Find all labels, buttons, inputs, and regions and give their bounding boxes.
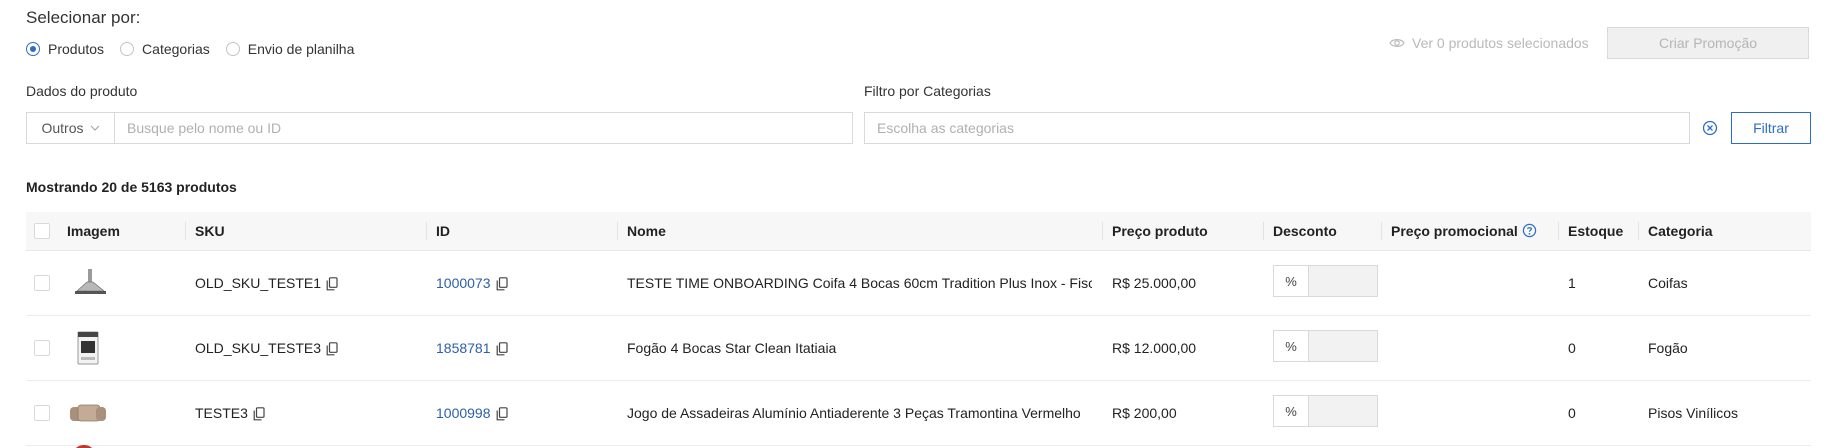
discount-input-group: % bbox=[1273, 330, 1378, 362]
sku-value: OLD_SKU_TESTE3 bbox=[195, 340, 322, 356]
col-separator bbox=[1381, 222, 1382, 240]
copy-icon[interactable] bbox=[496, 277, 508, 291]
sku-value: TESTE3 bbox=[195, 405, 248, 421]
table-header: Imagem SKU ID Nome Preço produto Descont… bbox=[26, 212, 1811, 251]
col-category: Categoria bbox=[1648, 223, 1713, 239]
id-cell[interactable]: 1000073 bbox=[436, 273, 508, 293]
sku-cell: TESTE3 bbox=[195, 403, 265, 423]
category-search-input[interactable] bbox=[864, 112, 1690, 144]
copy-icon[interactable] bbox=[496, 342, 508, 356]
col-name: Nome bbox=[627, 223, 666, 239]
category-filter-label: Filtro por Categorias bbox=[864, 83, 991, 99]
radio-unselected-icon bbox=[120, 42, 135, 56]
view-selected-link[interactable]: Ver 0 produtos selecionados bbox=[1389, 35, 1589, 51]
product-search-input[interactable] bbox=[115, 113, 852, 143]
page-title: Selecionar por: bbox=[26, 8, 141, 27]
copy-icon[interactable] bbox=[496, 407, 508, 421]
selection-mode-radio-group: Produtos Categorias Envio de planilha bbox=[26, 41, 370, 57]
row-checkbox[interactable] bbox=[34, 405, 50, 421]
price-cell: R$ 200,00 bbox=[1112, 405, 1177, 421]
filter-button[interactable]: Filtrar bbox=[1731, 112, 1811, 144]
stock-cell: 0 bbox=[1568, 405, 1576, 421]
product-search-group: Outros bbox=[26, 112, 853, 144]
id-value: 1000998 bbox=[436, 405, 491, 421]
radio-selected-icon bbox=[26, 42, 40, 56]
discount-input[interactable] bbox=[1309, 396, 1377, 426]
col-image: Imagem bbox=[67, 223, 120, 239]
id-cell[interactable]: 1858781 bbox=[436, 338, 508, 358]
stove-image bbox=[77, 331, 99, 365]
product-type-select[interactable]: Outros bbox=[27, 113, 115, 143]
col-separator bbox=[1102, 222, 1103, 240]
radio-label: Produtos bbox=[48, 41, 105, 57]
discount-input-group: % bbox=[1273, 265, 1378, 297]
col-stock: Estoque bbox=[1568, 223, 1624, 239]
stock-cell: 1 bbox=[1568, 275, 1576, 291]
copy-icon[interactable] bbox=[326, 277, 338, 291]
col-separator bbox=[1638, 222, 1639, 240]
eye-icon bbox=[1389, 39, 1405, 47]
col-promo-price: Preço promocional bbox=[1391, 212, 1537, 250]
price-cell: R$ 12.000,00 bbox=[1112, 340, 1197, 356]
col-price: Preço produto bbox=[1112, 223, 1208, 239]
col-sku: SKU bbox=[195, 223, 225, 239]
sku-cell: OLD_SKU_TESTE3 bbox=[195, 338, 338, 358]
radio-produtos[interactable]: Produtos bbox=[26, 41, 104, 57]
col-separator bbox=[185, 222, 186, 240]
sku-cell: OLD_SKU_TESTE1 bbox=[195, 273, 338, 293]
baking-pans-image bbox=[70, 404, 106, 422]
row-checkbox[interactable] bbox=[34, 275, 50, 291]
discount-input[interactable] bbox=[1309, 331, 1377, 361]
stock-cell: 0 bbox=[1568, 340, 1576, 356]
percent-addon: % bbox=[1274, 266, 1309, 296]
id-cell[interactable]: 1000998 bbox=[436, 403, 508, 423]
help-icon[interactable] bbox=[1522, 223, 1537, 238]
percent-addon: % bbox=[1274, 331, 1309, 361]
radio-envio-planilha[interactable]: Envio de planilha bbox=[225, 41, 355, 57]
radio-label: Categorias bbox=[142, 41, 210, 57]
range-hood-image bbox=[75, 269, 106, 294]
radio-categorias[interactable]: Categorias bbox=[120, 41, 210, 57]
copy-icon[interactable] bbox=[326, 342, 338, 356]
col-separator bbox=[426, 222, 427, 240]
radio-label: Envio de planilha bbox=[247, 41, 355, 57]
name-cell: Jogo de Assadeiras Alumínio Antiaderente… bbox=[627, 405, 1081, 421]
clear-circle-icon[interactable] bbox=[1702, 120, 1718, 136]
product-image-partial bbox=[76, 445, 92, 448]
category-cell: Coifas bbox=[1648, 275, 1688, 291]
price-cell: R$ 25.000,00 bbox=[1112, 275, 1197, 291]
col-discount: Desconto bbox=[1273, 223, 1337, 239]
results-count: Mostrando 20 de 5163 produtos bbox=[26, 179, 237, 195]
col-promo-price-label: Preço promocional bbox=[1391, 223, 1518, 239]
name-cell: TESTE TIME ONBOARDING Coifa 4 Bocas 60cm… bbox=[627, 275, 1092, 291]
col-separator bbox=[1558, 222, 1559, 240]
discount-input[interactable] bbox=[1309, 266, 1377, 296]
col-separator bbox=[617, 222, 618, 240]
col-separator bbox=[1263, 222, 1264, 240]
row-checkbox[interactable] bbox=[34, 340, 50, 356]
table-row[interactable]: TESTE3 1000998 Jogo de Assadeiras Alumín… bbox=[26, 381, 1811, 446]
discount-input-group: % bbox=[1273, 395, 1378, 427]
product-data-label: Dados do produto bbox=[26, 83, 138, 99]
category-cell: Pisos Vinílicos bbox=[1648, 405, 1739, 421]
product-type-value: Outros bbox=[41, 120, 84, 136]
copy-icon[interactable] bbox=[253, 407, 265, 421]
select-all-checkbox[interactable] bbox=[34, 223, 50, 239]
col-id: ID bbox=[436, 223, 450, 239]
table-row[interactable]: OLD_SKU_TESTE1 1000073 TESTE TIME ONBOAR… bbox=[26, 251, 1811, 316]
sku-value: OLD_SKU_TESTE1 bbox=[195, 275, 322, 291]
id-value: 1858781 bbox=[436, 340, 491, 356]
id-value: 1000073 bbox=[436, 275, 491, 291]
chevron-down-icon bbox=[90, 125, 99, 131]
radio-unselected-icon bbox=[225, 42, 240, 56]
table-row[interactable]: OLD_SKU_TESTE3 1858781 Fogão 4 Bocas Sta… bbox=[26, 316, 1811, 381]
create-promotion-button[interactable]: Criar Promoção bbox=[1607, 27, 1809, 59]
view-selected-label: Ver 0 produtos selecionados bbox=[1412, 35, 1589, 51]
name-cell: Fogão 4 Bocas Star Clean Itatiaia bbox=[627, 340, 837, 356]
category-cell: Fogão bbox=[1648, 340, 1688, 356]
percent-addon: % bbox=[1274, 396, 1309, 426]
